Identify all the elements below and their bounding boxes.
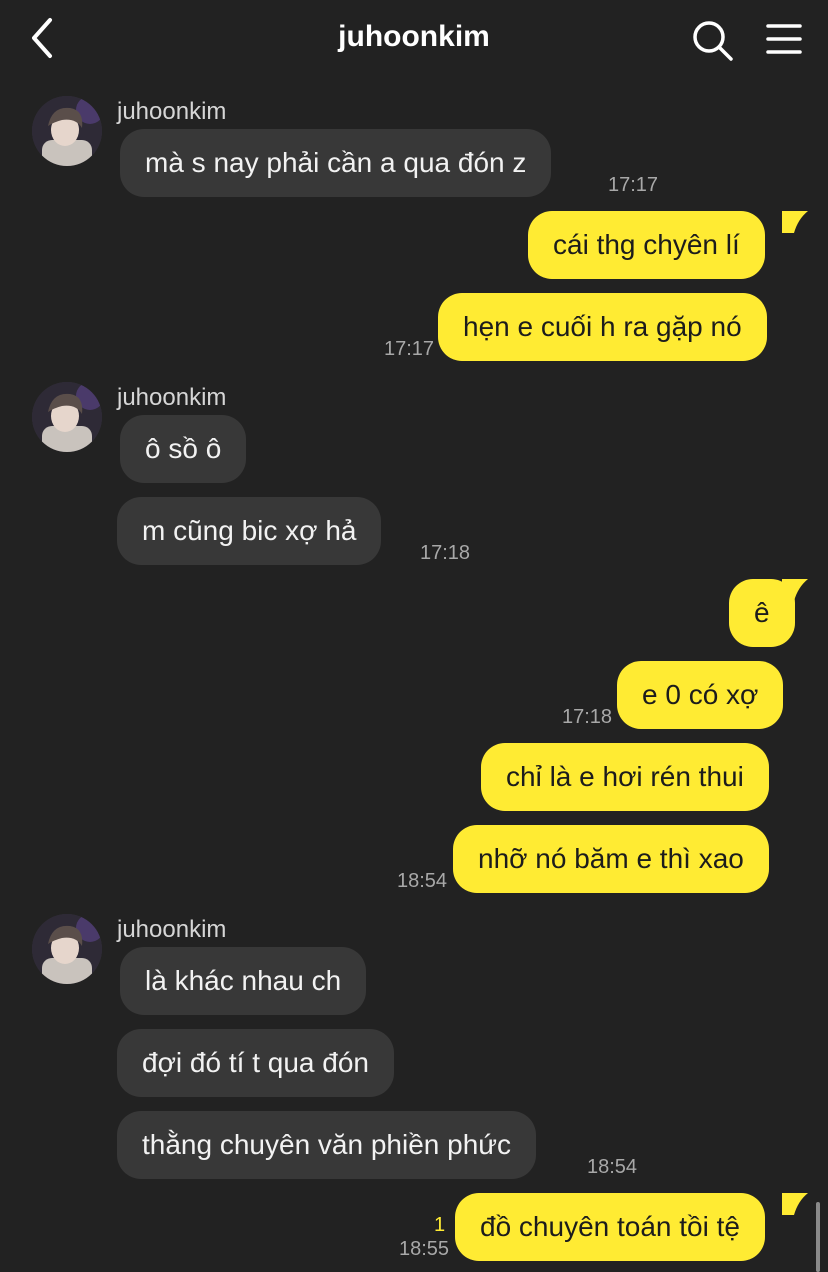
message-bubble-outgoing[interactable]: hẹn e cuối h ra gặp nó [438,293,767,361]
search-icon [693,21,733,61]
message-bubble-outgoing[interactable]: nhỡ nó băm e thì xao [453,825,769,893]
message-time: 18:55 [399,1238,450,1260]
sender-name: juhoonkim [117,384,227,411]
unread-count: 1 [434,1214,446,1236]
message-bubble-incoming[interactable]: là khác nhau ch [120,947,367,1015]
avatar[interactable] [32,96,102,166]
message-time: 18:54 [397,870,448,892]
avatar[interactable] [32,382,102,452]
message-time: 17:18 [562,706,613,728]
message-time: 18:54 [587,1156,638,1178]
avatar[interactable] [32,914,102,984]
message-time: 17:17 [608,174,659,196]
message-bubble-incoming[interactable]: thằng chuyên văn phiền phức [117,1111,537,1179]
menu-icon [766,24,802,54]
profile-photo-icon [32,96,102,166]
search-button[interactable] [690,18,734,62]
profile-photo-icon [32,382,102,452]
bubble-tail [782,1193,808,1215]
sender-name: juhoonkim [117,916,227,943]
message-bubble-outgoing[interactable]: đồ chuyên toán tồi tệ [455,1193,765,1261]
message-time: 17:17 [384,338,435,360]
menu-button[interactable] [764,20,804,60]
chat-header: juhoonkim [0,0,828,80]
sender-name: juhoonkim [117,98,227,125]
message-bubble-incoming[interactable]: đợi đó tí t qua đón [117,1029,394,1097]
message-time: 17:18 [420,542,471,564]
scrollbar[interactable] [816,1202,820,1272]
bubble-tail [782,211,808,233]
chat-screen: juhoonkim juhoonkim mà s nay phải cần a … [0,0,828,1272]
bubble-tail [782,579,808,601]
message-bubble-incoming[interactable]: m cũng bic xợ hả [117,497,382,565]
profile-photo-icon [32,914,102,984]
message-bubble-outgoing[interactable]: e 0 có xợ [617,661,784,729]
message-bubble-incoming[interactable]: ô sồ ô [120,415,247,483]
message-bubble-outgoing[interactable]: chỉ là e hơi rén thui [481,743,769,811]
message-bubble-outgoing[interactable]: cái thg chyên lí [528,211,765,279]
message-bubble-incoming[interactable]: mà s nay phải cần a qua đón z [120,129,552,197]
